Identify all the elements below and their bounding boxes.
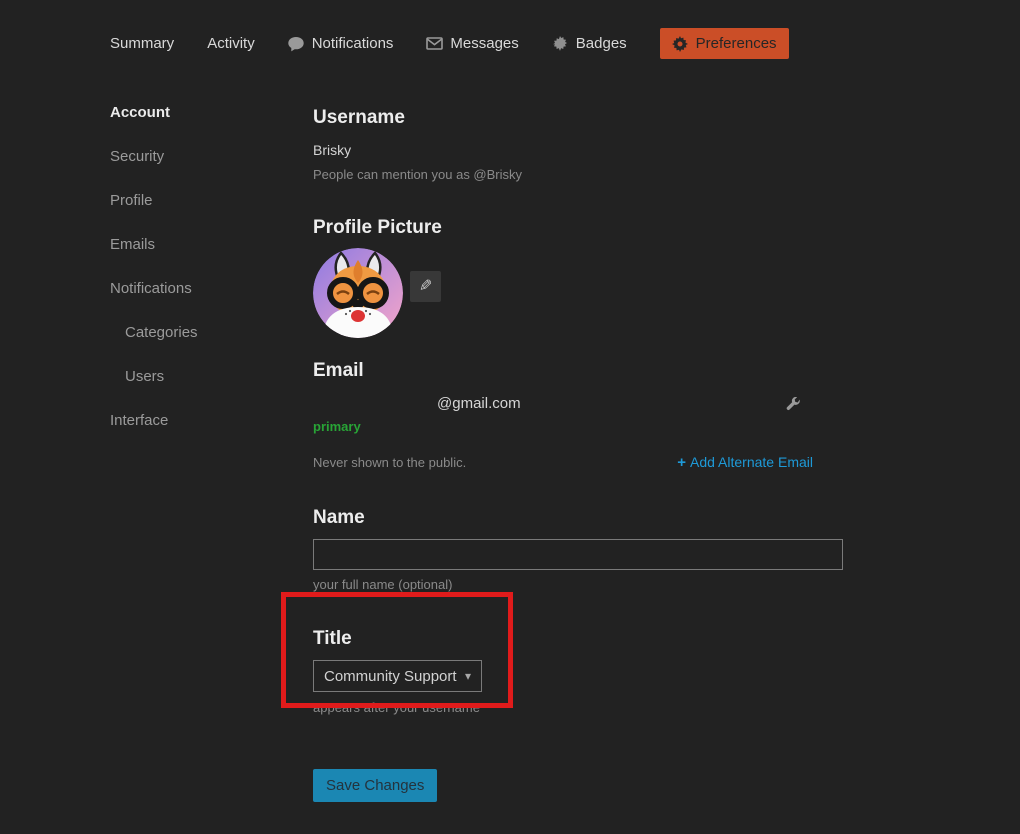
pencil-icon: ✎ <box>419 276 432 296</box>
email-footer-row: Never shown to the public. +Add Alternat… <box>313 454 813 471</box>
username-heading: Username <box>313 107 843 129</box>
tab-messages-label: Messages <box>450 35 518 52</box>
sidebar-item-emails[interactable]: Emails <box>110 236 290 253</box>
name-hint: your full name (optional) <box>313 577 843 592</box>
plus-icon: + <box>677 454 686 471</box>
sidebar-item-interface[interactable]: Interface <box>110 412 290 429</box>
badge-icon <box>552 35 569 52</box>
sidebar-item-security[interactable]: Security <box>110 148 290 165</box>
save-changes-button[interactable]: Save Changes <box>313 769 437 802</box>
sidebar-item-profile[interactable]: Profile <box>110 192 290 209</box>
username-hint: People can mention you as @Brisky <box>313 167 843 182</box>
profile-picture-row: ✎ <box>313 248 843 338</box>
sidebar-item-notifications[interactable]: Notifications <box>110 280 290 297</box>
edit-avatar-button[interactable]: ✎ <box>410 271 441 302</box>
email-primary-badge: primary <box>313 419 843 434</box>
tab-messages[interactable]: Messages <box>426 35 518 52</box>
title-dropdown[interactable]: Community Support ▾ <box>313 660 482 692</box>
tab-notifications[interactable]: Notifications <box>288 35 394 52</box>
name-heading: Name <box>313 507 843 529</box>
tab-summary-label: Summary <box>110 35 174 52</box>
wrench-icon[interactable] <box>785 397 801 413</box>
avatar <box>313 248 403 338</box>
email-row: @gmail.com <box>313 395 813 415</box>
account-settings-panel: Username Brisky People can mention you a… <box>313 99 843 802</box>
tab-preferences-label: Preferences <box>696 35 777 52</box>
tab-activity[interactable]: Activity <box>207 35 255 52</box>
tab-notifications-label: Notifications <box>312 35 394 52</box>
tab-preferences[interactable]: Preferences <box>660 28 789 59</box>
title-dropdown-value: Community Support <box>324 668 457 685</box>
preferences-sidebar: Account Security Profile Emails Notifica… <box>110 104 290 456</box>
email-heading: Email <box>313 360 843 382</box>
envelope-icon <box>426 35 443 52</box>
tab-activity-label: Activity <box>207 35 255 52</box>
gear-icon <box>672 35 689 52</box>
tab-summary[interactable]: Summary <box>110 35 174 52</box>
user-preferences-page: Summary Activity Notifications Messages … <box>0 0 1020 834</box>
full-name-input[interactable] <box>313 539 843 570</box>
title-heading: Title <box>313 628 843 650</box>
add-alternate-email-link[interactable]: +Add Alternate Email <box>677 454 813 471</box>
sidebar-item-users[interactable]: Users <box>125 368 290 385</box>
email-address: @gmail.com <box>313 395 521 412</box>
username-value: Brisky <box>313 142 843 158</box>
tab-badges-label: Badges <box>576 35 627 52</box>
title-hint: appears after your username <box>313 700 843 715</box>
add-alternate-email-label: Add Alternate Email <box>690 454 813 470</box>
tab-badges[interactable]: Badges <box>552 35 627 52</box>
sidebar-item-categories[interactable]: Categories <box>125 324 290 341</box>
sidebar-item-account[interactable]: Account <box>110 104 290 121</box>
chevron-down-icon: ▾ <box>465 669 471 683</box>
speech-bubble-icon <box>288 35 305 52</box>
user-nav: Summary Activity Notifications Messages … <box>110 28 789 59</box>
email-hint: Never shown to the public. <box>313 455 466 470</box>
profile-picture-heading: Profile Picture <box>313 217 843 239</box>
